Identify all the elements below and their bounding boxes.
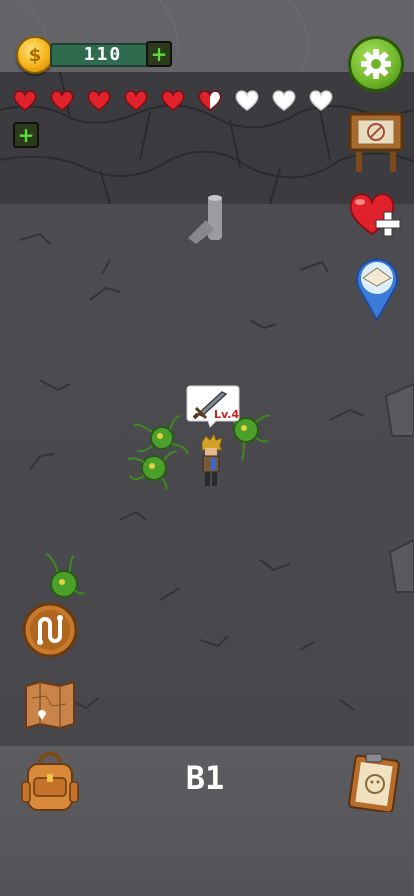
quest-signboard-button[interactable] [348,110,404,174]
heart-icon-half [198,90,222,111]
weapon-bubble [186,385,240,428]
heart-icon-full [161,90,185,111]
heart-icon-full [124,90,148,111]
health-hearts [12,88,334,114]
gear-icon [361,49,391,79]
floor-indicator: B1 [185,759,225,797]
heart-icon-empty [235,90,259,111]
heart-icon-full [50,90,74,111]
heart-icon-empty [309,90,333,111]
plus-icon: + [150,42,168,66]
player-character [201,434,223,486]
plus-icon: + [17,123,35,147]
coin-icon: $ [16,36,54,74]
add-health-button[interactable]: + [13,122,39,148]
settings-button[interactable] [348,36,404,92]
waypoint-button[interactable] [354,256,400,322]
coin-count: 110 [50,43,156,67]
heal-button[interactable] [346,188,404,240]
heart-icon-empty [272,90,296,111]
heart-icon-full [87,90,111,111]
map-button[interactable] [22,678,78,730]
player-level: Lv.4 [214,408,240,421]
notes-button[interactable] [346,750,402,812]
backpack-button[interactable] [20,752,80,814]
add-coins-button[interactable]: + [146,41,172,67]
route-button[interactable] [22,602,78,658]
heart-icon-full [13,90,37,111]
